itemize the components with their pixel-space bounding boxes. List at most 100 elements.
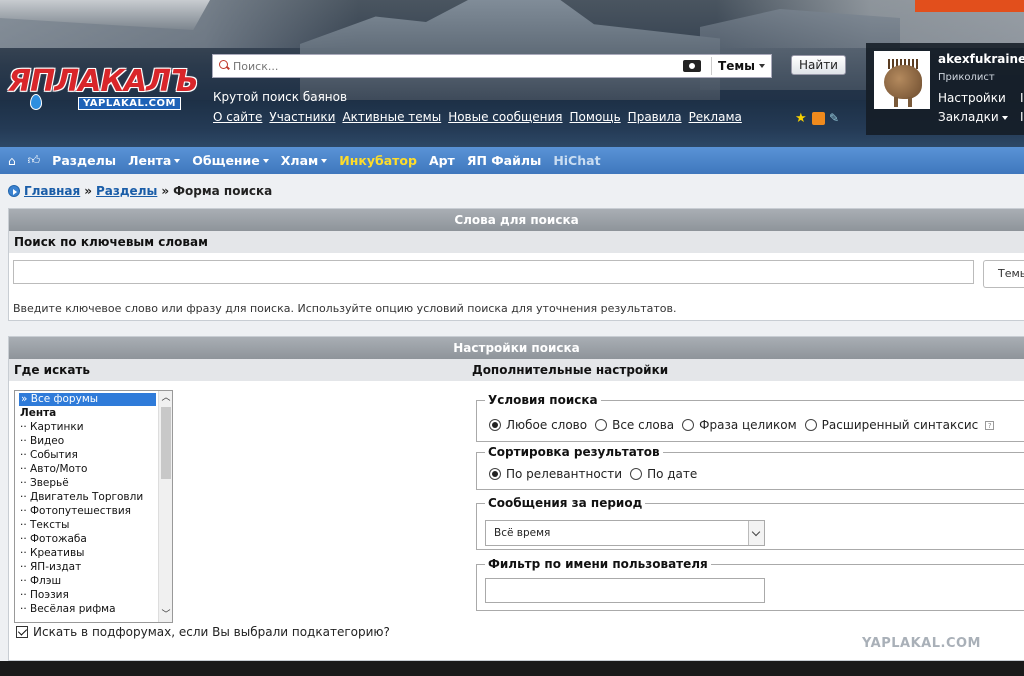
site-logo[interactable]: ЯПЛАКАЛЪ YAPLAKAL.COM [8, 64, 198, 116]
forum-option[interactable]: ·· Видео [15, 434, 160, 448]
radio-relevance[interactable]: По релевантности [489, 467, 622, 481]
subforums-option[interactable]: Искать в подфорумах, если Вы выбрали под… [16, 625, 390, 639]
camera-icon[interactable] [683, 60, 702, 72]
period-select[interactable]: Всё время [485, 520, 765, 546]
link-ads[interactable]: Реклама [689, 110, 742, 124]
link-active-topics[interactable]: Активные темы [342, 110, 441, 124]
search-input[interactable] [233, 56, 684, 76]
forum-option[interactable]: ·· Креативы [15, 546, 160, 560]
search-divider [711, 57, 713, 75]
forum-option[interactable]: Лента [15, 406, 160, 420]
subforums-label: Искать в подфорумах, если Вы выбрали под… [33, 625, 390, 639]
link-new-posts[interactable]: Новые сообщения [448, 110, 562, 124]
nav-sections[interactable]: Разделы [52, 153, 116, 168]
radio-any-word[interactable]: Любое слово [489, 418, 587, 432]
keywords-input[interactable] [13, 260, 974, 284]
bookmarks-dropdown[interactable]: Закладки [938, 110, 1008, 124]
extra-settings-label: Дополнительные настройки [472, 363, 669, 377]
where-label: Где искать [14, 363, 90, 377]
radio-date[interactable]: По дате [630, 467, 697, 481]
scrollbar-thumb[interactable] [161, 407, 171, 479]
search-scope-select[interactable]: Темы [718, 59, 771, 73]
user-filter-legend: Фильтр по имени пользователя [485, 557, 711, 571]
link-members[interactable]: Участники [269, 110, 335, 124]
nav-feed[interactable]: Лента [128, 153, 181, 168]
breadcrumb-home[interactable]: Главная [24, 184, 80, 198]
keywords-panel: Слова для поиска Поиск по ключевым слова… [8, 208, 1024, 321]
arrow-circle-icon [8, 185, 20, 197]
period-legend: Сообщения за период [485, 496, 646, 510]
chevron-down-icon [174, 158, 181, 163]
conditions-fieldset: Условия поиска Любое слово Все слова Фра… [476, 393, 1024, 442]
radio-exact-phrase[interactable]: Фраза целиком [682, 418, 797, 432]
forum-option[interactable]: ·· Картинки [15, 420, 160, 434]
settings-link[interactable]: Настройки [938, 91, 1006, 105]
search-icon [217, 58, 233, 74]
forum-option[interactable]: ·· Фотопутешествия [15, 504, 160, 518]
link-about[interactable]: О сайте [213, 110, 262, 124]
nav-incubator[interactable]: Инкубатор [339, 153, 417, 168]
sorting-legend: Сортировка результатов [485, 445, 663, 459]
nav-junk[interactable]: Хлам [281, 153, 328, 168]
radio-button[interactable] [489, 419, 501, 431]
forum-option[interactable]: ·· ЯП-издат [15, 560, 160, 574]
chevron-down-icon[interactable]: ﹀ [159, 608, 172, 622]
chevron-up-icon[interactable]: ︿ [159, 391, 172, 405]
forum-option[interactable]: ·· Двигатель Торговли [15, 490, 160, 504]
radio-button[interactable] [595, 419, 608, 431]
radio-advanced-syntax[interactable]: Расширенный синтаксис? [804, 418, 995, 432]
thumbs-up-icon[interactable]: 👍︎ [28, 153, 41, 168]
star-icon[interactable]: ★ [795, 112, 808, 125]
help-icon[interactable]: ? [985, 420, 995, 430]
chevron-down-icon [262, 158, 269, 163]
forum-option[interactable]: ·· Фотожаба [15, 532, 160, 546]
breadcrumb-current: Форма поиска [173, 184, 273, 198]
search-button[interactable]: Найти [791, 55, 846, 75]
sorting-fieldset: Сортировка результатов По релевантности … [476, 445, 1024, 490]
forum-option[interactable]: ·· Флэш [15, 574, 160, 588]
breadcrumb-separator: » [84, 184, 92, 198]
settings-panel-title: Настройки поиска [9, 337, 1024, 359]
keywords-hint: Введите ключевое слово или фразу для пои… [13, 302, 677, 315]
chevron-down-icon[interactable] [748, 521, 764, 545]
forum-option[interactable]: ·· Весёлая рифма [15, 602, 160, 616]
nav-hichat[interactable]: HiChat [553, 153, 600, 168]
user-extra-link-2[interactable]: I [1020, 110, 1024, 124]
user-rank: Приколист [938, 72, 995, 83]
forum-option[interactable]: ·· Поэзия [15, 588, 160, 602]
scrollbar[interactable]: ︿ ﹀ [158, 391, 172, 622]
nav-art[interactable]: Арт [429, 153, 455, 168]
nav-chat[interactable]: Общение [192, 153, 269, 168]
forum-option[interactable]: ·· Авто/Мото [15, 462, 160, 476]
header-icons: ★ ✎ [795, 112, 842, 125]
nav-files[interactable]: ЯП Файлы [467, 153, 542, 168]
pencil-icon[interactable]: ✎ [829, 112, 842, 125]
radio-button[interactable] [682, 419, 695, 431]
radio-button[interactable] [489, 468, 501, 480]
link-help[interactable]: Помощь [570, 110, 621, 124]
forum-items: » Все форумы Лента ·· Картинки ·· Видео ·· С… [15, 391, 160, 616]
forum-select-list[interactable]: » Все форумы Лента ·· Картинки ·· Видео ·· С… [14, 390, 173, 623]
radio-button[interactable] [630, 468, 643, 480]
conditions-radios: Любое слово Все слова Фраза целиком Расш… [489, 418, 995, 432]
subforums-checkbox[interactable] [16, 626, 28, 638]
keywords-scope-button[interactable]: Темы [983, 260, 1024, 288]
breadcrumb-sections[interactable]: Разделы [96, 184, 157, 198]
radio-button[interactable] [804, 419, 817, 431]
forum-option[interactable]: ·· Тексты [15, 518, 160, 532]
link-rules[interactable]: Правила [628, 110, 682, 124]
avatar[interactable] [874, 51, 930, 109]
user-filter-input[interactable] [485, 578, 765, 603]
header-red-bar [915, 0, 1024, 12]
forum-option[interactable]: ·· Зверьё [15, 476, 160, 490]
radio-all-words[interactable]: Все слова [595, 418, 674, 432]
main-content: Главная » Разделы » Форма поиска Слова д… [0, 174, 1024, 661]
home-icon[interactable]: ⌂ [8, 154, 16, 168]
forum-option[interactable]: ·· События [15, 448, 160, 462]
rss-icon[interactable] [812, 112, 825, 125]
forum-option[interactable]: » Все форумы [19, 393, 156, 406]
period-value: Всё время [494, 527, 551, 539]
logo-domain: YAPLAKAL.COM [78, 97, 181, 110]
user-extra-link-1[interactable]: I [1020, 91, 1024, 105]
username[interactable]: akexfukraine [938, 52, 1024, 66]
